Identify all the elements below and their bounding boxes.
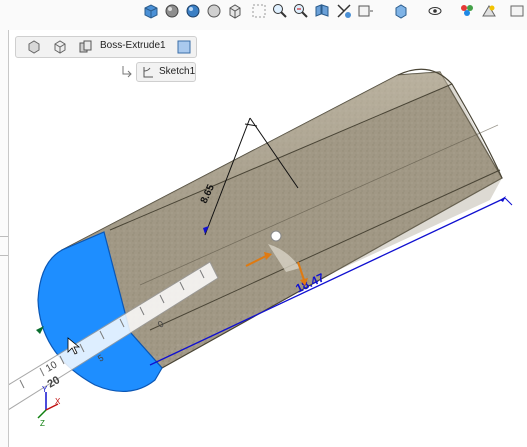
heads-up-view-toolbar (0, 0, 527, 30)
hide-items-icon[interactable] (426, 2, 444, 20)
rotate-view-icon[interactable] (313, 2, 331, 20)
reference-triad: X Y Z (37, 385, 61, 428)
collapse-handle[interactable] (0, 236, 8, 256)
appearance-icon[interactable] (458, 2, 476, 20)
view-settings-icon[interactable] (356, 2, 374, 20)
apply-scene-icon[interactable] (480, 2, 498, 20)
view-cube-icon[interactable] (226, 2, 244, 20)
display-pane-icon[interactable] (392, 2, 410, 20)
view-orientation-icon[interactable] (142, 2, 160, 20)
graphics-area[interactable]: 0 5 10 20 18.47 8.65 X Y Z (9, 30, 527, 447)
triad-y-label: Y (42, 385, 48, 394)
display-style-shaded-icon[interactable] (163, 2, 181, 20)
hide-show-icon[interactable] (335, 2, 353, 20)
display-style-edges-icon[interactable] (184, 2, 202, 20)
left-panel-collapse-bar[interactable] (0, 14, 9, 447)
previous-view-icon[interactable] (292, 2, 310, 20)
view-toolbar-overflow-icon[interactable] (508, 2, 526, 20)
triad-x-label: X (55, 397, 61, 406)
zoom-to-fit-icon[interactable] (250, 2, 268, 20)
section-view-icon[interactable] (205, 2, 223, 20)
zoom-area-icon[interactable] (271, 2, 289, 20)
triad-z-label: Z (40, 419, 45, 428)
